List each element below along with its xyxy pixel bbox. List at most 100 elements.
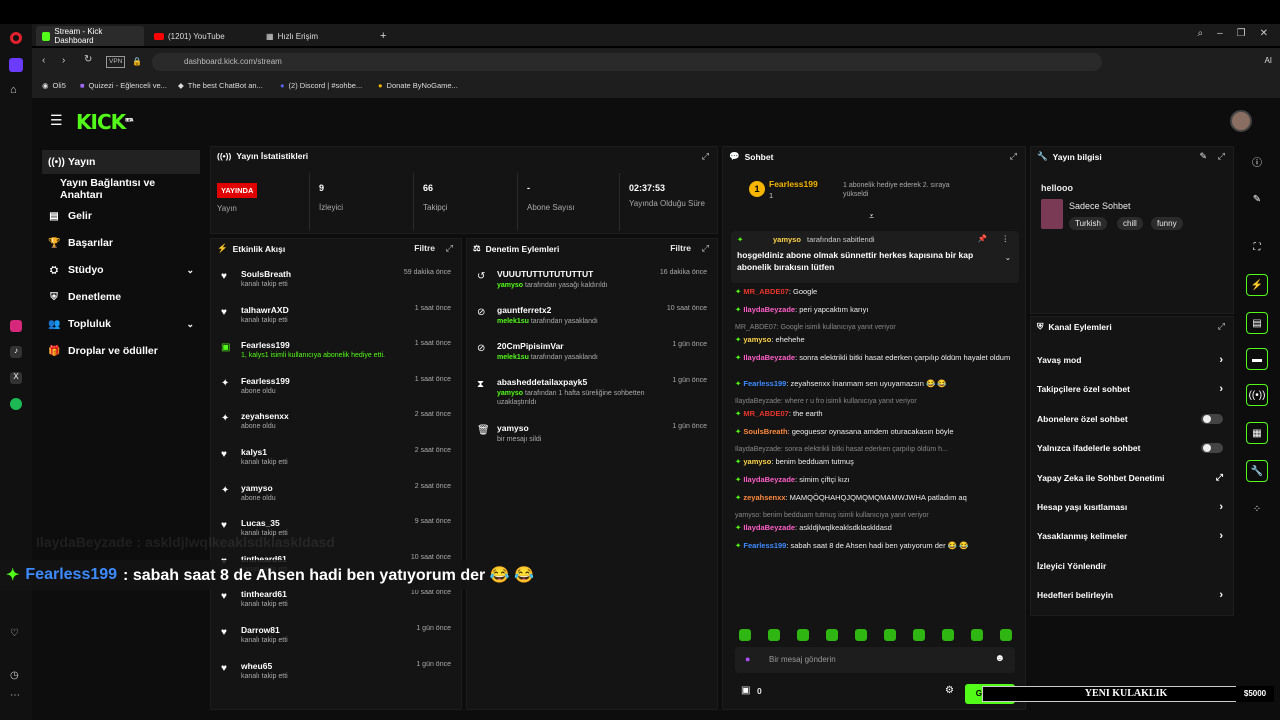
toggle-switch[interactable] bbox=[1201, 413, 1223, 424]
chat-username[interactable]: IlaydaBeyzade bbox=[743, 305, 795, 314]
channel-action-item[interactable]: Hedefleri belirleyin › bbox=[1037, 589, 1223, 601]
activity-item[interactable]: ✦ Fearless199 abone oldu 1 saat önce bbox=[221, 376, 451, 406]
channel-action-item[interactable]: Yavaş mod › bbox=[1037, 354, 1223, 366]
activity-item[interactable]: ✦ yamyso abone oldu 2 saat önce bbox=[221, 483, 451, 513]
filter-button[interactable]: Filtre bbox=[670, 243, 691, 253]
channel-action-item[interactable]: Hesap yaşı kısıtlaması › bbox=[1037, 501, 1223, 513]
emoji-icon[interactable]: ☻ bbox=[994, 653, 1005, 664]
x-icon[interactable]: X bbox=[10, 372, 22, 384]
broadcast-icon[interactable]: ((•)) bbox=[1246, 384, 1268, 406]
heart-icon[interactable]: ♡ bbox=[10, 628, 19, 639]
chevron-down-icon[interactable]: ⌄ bbox=[1005, 253, 1011, 262]
nav-stream-key[interactable]: Yayın Bağlantısı ve Anahtarı bbox=[42, 177, 200, 201]
opera-icon[interactable] bbox=[10, 32, 22, 44]
nav-basarilar[interactable]: 🏆 Başarılar bbox=[42, 231, 200, 255]
spotify-icon[interactable] bbox=[10, 398, 22, 410]
chat-icon[interactable]: ▬ bbox=[1246, 348, 1268, 370]
emote-icon[interactable] bbox=[971, 629, 983, 641]
chat-username[interactable]: MR_ABDE07 bbox=[743, 409, 788, 418]
tiktok-icon[interactable]: ♪ bbox=[10, 346, 22, 358]
nav-denetleme[interactable]: ⛨ Denetleme bbox=[42, 285, 200, 309]
chat-settings-icon[interactable]: ⚙ bbox=[945, 685, 954, 696]
bookmark-item[interactable]: ■ Quizezi - Eğlenceli ve... bbox=[80, 81, 167, 90]
back-icon[interactable]: ‹ bbox=[42, 55, 45, 66]
expand-icon[interactable]: ⤢ bbox=[702, 243, 709, 254]
new-tab-button[interactable]: + bbox=[374, 26, 390, 46]
chat-username[interactable]: Fearless199 bbox=[743, 541, 786, 550]
ai-button[interactable]: AI bbox=[1264, 56, 1272, 65]
activity-item[interactable]: ♥ tintheard61 kanalı takip etti 10 saat … bbox=[221, 589, 451, 619]
vpn-badge[interactable]: VPN bbox=[106, 56, 126, 68]
channel-action-item[interactable]: Takipçilere özel sohbet › bbox=[1037, 383, 1223, 395]
chat-input[interactable]: ● Bir mesaj gönderin ☻ bbox=[735, 647, 1015, 673]
activity-item[interactable]: ✦ zeyahsenxx abone oldu 2 saat önce bbox=[221, 411, 451, 441]
menu-icon[interactable]: ☰ bbox=[50, 112, 63, 129]
bookmark-item[interactable]: ◉ Oli5 bbox=[42, 81, 66, 90]
channel-action-item[interactable]: İzleyici Yönlendir bbox=[1037, 561, 1223, 571]
forward-icon[interactable]: › bbox=[62, 55, 65, 66]
tab-youtube[interactable]: (1201) YouTube bbox=[148, 26, 256, 46]
emote-icon[interactable] bbox=[739, 629, 751, 641]
nav-studyo[interactable]: ⛭ Stüdyo ⌄ bbox=[42, 258, 200, 282]
filter-button[interactable]: Filtre bbox=[414, 243, 435, 253]
kick-logo[interactable]: KICKBETA bbox=[76, 110, 133, 134]
search-icon[interactable]: ⌕ bbox=[1197, 28, 1203, 39]
chat-username[interactable]: Fearless199 bbox=[743, 379, 786, 388]
emote-icon[interactable] bbox=[855, 629, 867, 641]
document-icon[interactable]: ▤ bbox=[1246, 312, 1268, 334]
chat-username[interactable]: yamyso bbox=[743, 335, 771, 344]
collapse-icon[interactable]: ⩡ bbox=[869, 211, 874, 222]
more-options-icon[interactable]: ⋮ bbox=[1002, 234, 1010, 243]
emote-icon[interactable] bbox=[913, 629, 925, 641]
minimize-icon[interactable]: – bbox=[1217, 28, 1223, 39]
chat-username[interactable]: SoulsBreath bbox=[743, 427, 787, 436]
reload-icon[interactable]: ↻ bbox=[84, 54, 92, 65]
chat-username[interactable]: MR_ABDE07 bbox=[743, 287, 788, 296]
nav-droplar[interactable]: 🎁 Droplar ve ödüller bbox=[42, 339, 200, 363]
tab-kick-dashboard[interactable]: Stream - Kick Dashboard bbox=[36, 26, 144, 46]
mic-icon[interactable]: ● bbox=[745, 654, 750, 664]
channel-action-item[interactable]: Abonelere özel sohbet bbox=[1037, 413, 1223, 424]
layout-icon[interactable]: ▦ bbox=[1246, 422, 1268, 444]
bookmark-item[interactable]: ● (2) Discord | #sohbe... bbox=[280, 81, 362, 90]
activity-item[interactable]: ▣ Fearless199 1, kalys1 isimli kullanıcı… bbox=[221, 340, 451, 370]
expand-icon[interactable]: ⤢ bbox=[1218, 321, 1225, 332]
emote-icon[interactable] bbox=[942, 629, 954, 641]
chat-username[interactable]: IlaydaBeyzade bbox=[743, 353, 795, 362]
emote-icon[interactable] bbox=[797, 629, 809, 641]
bookmark-icon[interactable]: ⌂ bbox=[10, 84, 17, 96]
bookmark-item[interactable]: ● Donate ByNoGame... bbox=[378, 81, 458, 90]
nav-gelir[interactable]: ▤ Gelir bbox=[42, 204, 200, 228]
emote-icon[interactable] bbox=[826, 629, 838, 641]
activity-item[interactable]: ♥ wheu65 kanalı takip etti 1 gün önce bbox=[221, 661, 451, 691]
channel-action-item[interactable]: Yasaklanmış kelimeler › bbox=[1037, 530, 1223, 542]
toggle-switch[interactable] bbox=[1201, 443, 1223, 454]
history-icon[interactable]: ◷ bbox=[10, 670, 19, 681]
chat-username[interactable]: IlaydaBeyzade bbox=[743, 475, 795, 484]
home-icon[interactable] bbox=[9, 58, 23, 72]
emote-icon[interactable] bbox=[1000, 629, 1012, 641]
expand-icon[interactable]: ⤢ bbox=[1218, 151, 1225, 162]
expand-icon[interactable]: ⤢ bbox=[1010, 151, 1017, 162]
close-icon[interactable]: ✕ bbox=[1260, 28, 1268, 39]
tab-quick-access[interactable]: ▦ Hızlı Erişim bbox=[260, 26, 368, 46]
edit-icon[interactable]: ✎ bbox=[1199, 151, 1207, 162]
instagram-icon[interactable] bbox=[10, 320, 22, 332]
chat-username[interactable]: zeyahsenxx bbox=[743, 493, 785, 502]
expand-icon[interactable]: ⤢ bbox=[446, 243, 453, 254]
chat-username[interactable]: IlaydaBeyzade bbox=[743, 523, 795, 532]
activity-item[interactable]: ♥ Darrow81 kanalı takip etti 1 gün önce bbox=[221, 625, 451, 655]
emote-icon[interactable] bbox=[768, 629, 780, 641]
maximize-icon[interactable]: ❐ bbox=[1237, 28, 1246, 39]
more-icon[interactable]: ⋯ bbox=[10, 690, 20, 701]
chat-username[interactable]: yamyso bbox=[743, 457, 771, 466]
activity-item[interactable]: ♥ kalys1 kanalı takip etti 2 saat önce bbox=[221, 447, 451, 477]
top-gifter-name[interactable]: Fearless199 bbox=[769, 179, 818, 189]
emote-icon[interactable] bbox=[884, 629, 896, 641]
avatar[interactable] bbox=[1230, 110, 1252, 132]
focus-icon[interactable]: ⛶ bbox=[1246, 236, 1268, 258]
info-icon[interactable]: ⓘ bbox=[1246, 150, 1268, 172]
apps-icon[interactable]: ⁘ bbox=[1246, 498, 1268, 520]
url-field[interactable]: VPN 🔒 dashboard.kick.com/stream bbox=[106, 53, 1102, 71]
pen-icon[interactable]: ✎ bbox=[1246, 188, 1268, 210]
